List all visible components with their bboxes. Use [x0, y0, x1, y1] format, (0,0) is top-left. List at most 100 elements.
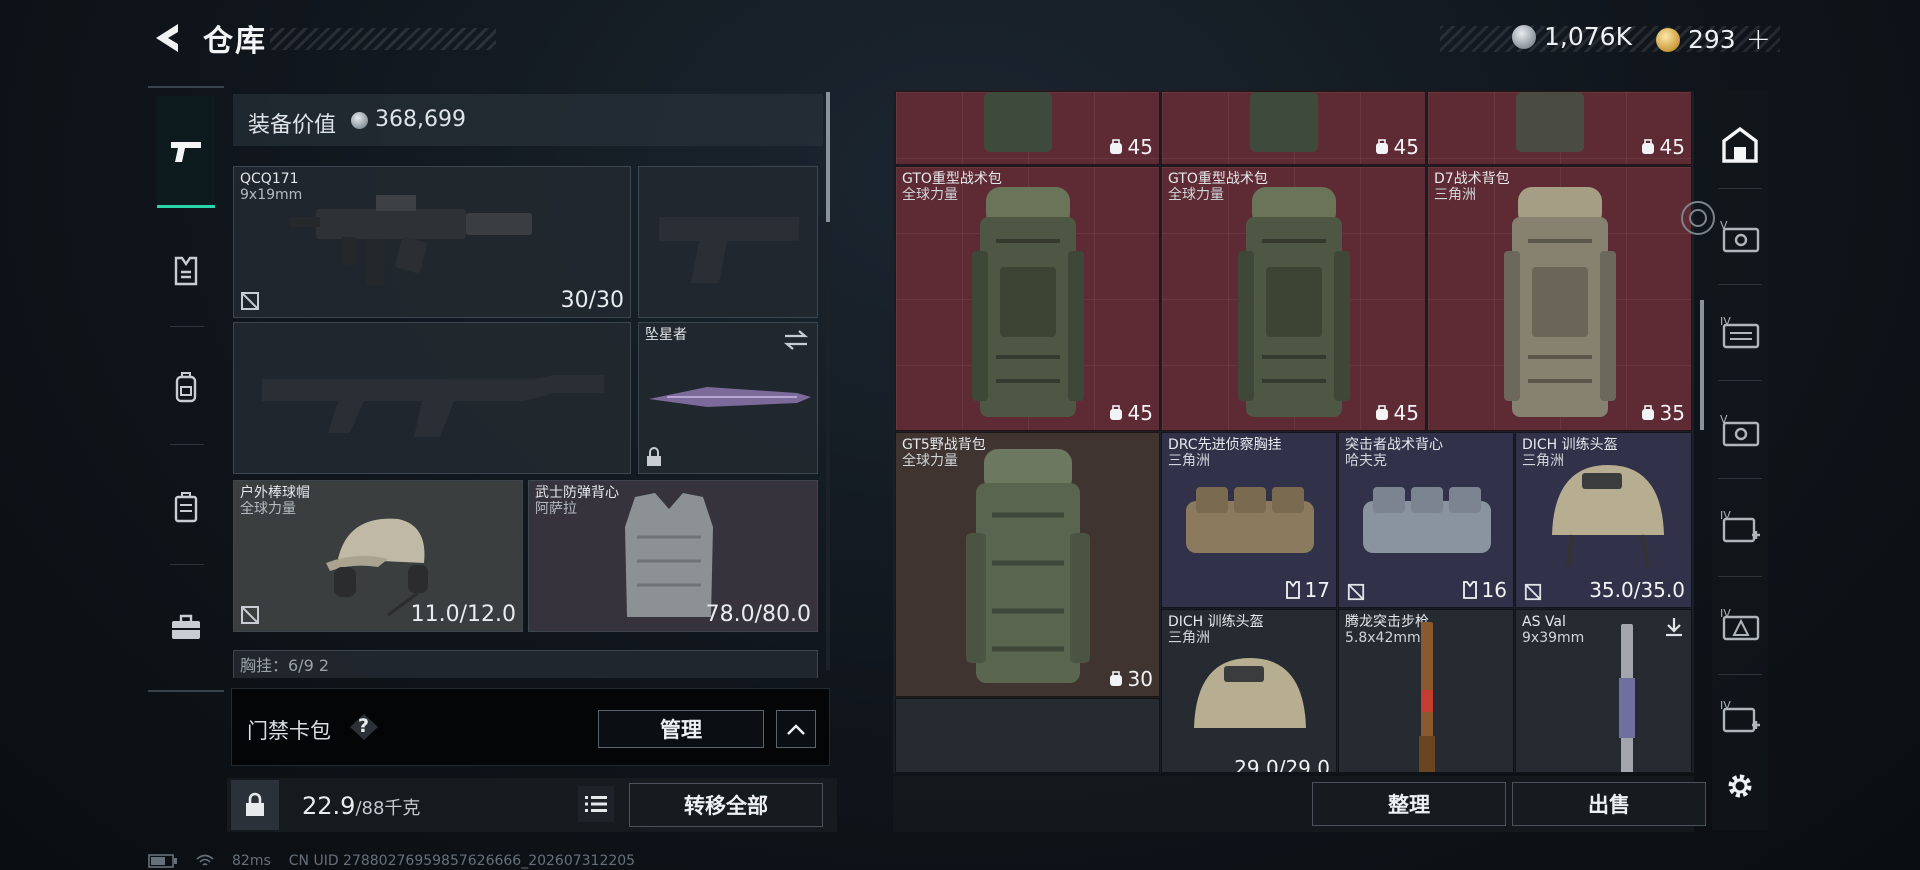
storage-home-icon — [1722, 126, 1758, 163]
nav-tab-backpack[interactable] — [157, 342, 215, 432]
chest-rig-slot[interactable]: 胸挂：6/9 2 — [233, 650, 818, 678]
melee-slot[interactable]: 坠星者 — [638, 322, 818, 474]
tab-divider — [1718, 284, 1762, 285]
back-button[interactable] — [148, 18, 188, 58]
help-button[interactable]: ? — [349, 713, 379, 741]
add-currency-button[interactable]: + — [1746, 22, 1771, 57]
lock-icon — [246, 792, 264, 816]
helmet-image — [1194, 658, 1306, 728]
storage-tab-iv-warn[interactable]: IV — [1712, 584, 1768, 666]
settings-button[interactable] — [1712, 758, 1768, 814]
list-view-button[interactable] — [578, 786, 614, 822]
storage-item[interactable]: GT5野战背包 全球力量 30 — [895, 432, 1160, 697]
storage-item[interactable]: DRC先进侦察胸挂 三角洲 17 — [1161, 432, 1337, 608]
storage-tab-iv-add[interactable]: IV — [1712, 486, 1768, 568]
gold-amount: 293 — [1688, 25, 1736, 54]
storage-item[interactable]: 45 — [895, 91, 1160, 165]
gold-coin-icon — [1656, 27, 1680, 52]
storage-item[interactable]: 腾龙突击步枪 5.8x42mm — [1338, 609, 1514, 773]
item-brand: 三角洲 — [1434, 187, 1476, 203]
pistol-icon — [171, 141, 201, 162]
knife-image — [649, 387, 811, 407]
empty-cell[interactable] — [895, 698, 1160, 773]
nav-tab-case[interactable] — [157, 582, 215, 672]
storage-item[interactable]: AS Val 9x39mm — [1515, 609, 1692, 773]
storage-item[interactable]: D7战术背包 三角洲 35 — [1427, 166, 1692, 431]
vest-icon — [174, 256, 198, 286]
swap-icon[interactable] — [783, 329, 809, 351]
item-brand: 哈夫克 — [1345, 453, 1387, 469]
storage-tab-iv-add2[interactable]: IV — [1712, 682, 1768, 752]
helmet-name: 户外棒球帽 — [240, 485, 310, 501]
nav-tab-weapons[interactable] — [157, 96, 215, 208]
silver-coin-icon — [351, 112, 368, 129]
gear-icon — [1728, 774, 1752, 798]
capacity-icon — [1375, 405, 1388, 420]
organize-button[interactable]: 整理 — [1312, 782, 1506, 826]
rifle-image — [1419, 622, 1435, 772]
svg-text:IV: IV — [1720, 607, 1731, 620]
storage-tab-v2[interactable]: V — [1712, 390, 1768, 472]
melee-name: 坠星者 — [645, 327, 687, 343]
storage-item[interactable]: GTO重型战术包 全球力量 45 — [1161, 166, 1426, 431]
loadout-scroll-thumb[interactable] — [826, 92, 830, 222]
capacity-icon — [1375, 139, 1388, 154]
capacity-count: 45 — [1659, 135, 1685, 159]
item-brand: 三角洲 — [1168, 630, 1210, 646]
svg-text:IV: IV — [1720, 699, 1731, 712]
armor-slot[interactable]: 武士防弹背心 阿萨拉 78.0/80.0 — [528, 480, 818, 632]
secondary-weapon-slot[interactable] — [233, 322, 631, 474]
svg-text:V: V — [1720, 413, 1728, 426]
capacity-count: 45 — [1127, 401, 1153, 425]
tab-divider — [1718, 188, 1762, 189]
item-name: DRC先进侦察胸挂 — [1168, 437, 1282, 453]
storage-item[interactable]: 突击者战术背心 哈夫克 16 — [1338, 432, 1514, 608]
nav-divider — [170, 326, 204, 327]
storage-v-icon: V — [1720, 413, 1760, 447]
helmet-slot[interactable]: 户外棒球帽 全球力量 11.0/12.0 — [233, 480, 523, 632]
pouch-icon — [174, 492, 198, 523]
backpack-image — [984, 92, 1052, 152]
storage-tab-v[interactable]: V — [1712, 196, 1768, 278]
capacity-badge: 30 — [1108, 667, 1153, 691]
insured-icon — [1524, 583, 1542, 601]
weight-max: /88千克 — [355, 798, 421, 819]
storage-tab-iv[interactable]: IV — [1712, 292, 1768, 374]
backpack-image — [1238, 187, 1350, 417]
capacity-badge: 45 — [1374, 401, 1419, 425]
wifi-icon — [196, 854, 214, 866]
backpack-image — [966, 449, 1090, 683]
silver-coin-icon — [1512, 24, 1536, 49]
storage-item[interactable]: DICH 训练头盔 三角洲 35.0/35.0 — [1515, 432, 1692, 608]
collapse-button[interactable] — [776, 710, 816, 748]
storage-item[interactable]: DICH 训练头盔 三角洲 29.0/29.0 — [1161, 609, 1337, 773]
capacity-badge: 45 — [1640, 135, 1685, 159]
item-brand: 全球力量 — [902, 453, 958, 469]
nav-divider — [170, 444, 204, 445]
storage-item[interactable]: GTO重型战术包 全球力量 45 — [895, 166, 1160, 431]
svg-text:V: V — [1720, 219, 1728, 232]
sidearm-slot[interactable] — [638, 166, 818, 318]
title-decoration — [270, 28, 496, 50]
storage-scrollbar[interactable] — [1700, 300, 1704, 430]
manage-button[interactable]: 管理 — [598, 710, 764, 748]
rifle-silhouette-icon — [262, 375, 604, 437]
item-name: AS Val — [1522, 614, 1566, 630]
armor-brand: 阿萨拉 — [535, 501, 577, 517]
storage-item[interactable]: 45 — [1427, 91, 1692, 165]
nav-tab-armor[interactable] — [157, 226, 215, 316]
crosshair-icon — [1681, 201, 1715, 235]
sell-button[interactable]: 出售 — [1512, 782, 1706, 826]
helmet-brand: 全球力量 — [240, 501, 296, 517]
storage-tab-home[interactable] — [1712, 104, 1768, 186]
lock-button[interactable] — [231, 780, 279, 830]
download-icon[interactable] — [1663, 616, 1685, 638]
primary-weapon-slot[interactable]: QCQ171 9x19mm 30/30 — [233, 166, 631, 318]
storage-item[interactable]: 45 — [1161, 91, 1426, 165]
backpack-image — [1504, 187, 1616, 417]
nav-tab-pouch[interactable] — [157, 462, 215, 552]
item-name: 突击者战术背心 — [1345, 437, 1443, 453]
backpack-icon — [175, 372, 197, 403]
transfer-all-button[interactable]: 转移全部 — [629, 783, 823, 827]
svg-text:IV: IV — [1720, 509, 1731, 522]
